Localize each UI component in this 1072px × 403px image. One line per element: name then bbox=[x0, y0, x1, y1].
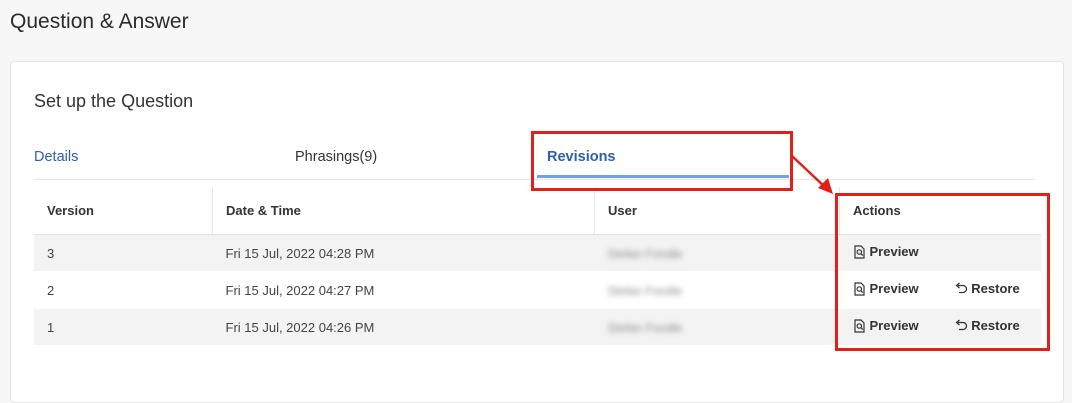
datetime-cell: Fri 15 Jul, 2022 04:28 PM bbox=[212, 234, 595, 272]
datetime-cell: Fri 15 Jul, 2022 04:26 PM bbox=[212, 308, 595, 346]
header-actions: Actions bbox=[839, 187, 1041, 235]
table-row: 2 Fri 15 Jul, 2022 04:27 PM Stefan Fondl… bbox=[34, 271, 1041, 309]
undo-arrow-icon bbox=[954, 282, 968, 296]
page-title: Question & Answer bbox=[10, 10, 189, 33]
user-cell: Stefan Fondle bbox=[594, 308, 840, 346]
undo-arrow-icon bbox=[954, 319, 968, 333]
datetime-cell: Fri 15 Jul, 2022 04:27 PM bbox=[212, 271, 595, 309]
user-name: Stefan Fondle bbox=[607, 283, 683, 298]
preview-label: Preview bbox=[869, 318, 919, 334]
tab-details[interactable]: Details bbox=[34, 149, 78, 165]
version-cell: 1 bbox=[34, 308, 213, 346]
header-date-time: Date & Time bbox=[212, 187, 595, 235]
preview-button[interactable]: Preview bbox=[853, 244, 919, 259]
user-name: Stefan Fondle bbox=[607, 320, 683, 335]
tab-bar: Details Phrasings(9) Revisions bbox=[34, 139, 1035, 180]
actions-cell: Preview bbox=[839, 234, 1041, 272]
magnify-document-icon bbox=[853, 319, 867, 333]
preview-label: Preview bbox=[869, 244, 919, 260]
preview-button[interactable]: Preview bbox=[853, 318, 919, 333]
user-cell: Stefan Fondle bbox=[594, 234, 840, 272]
table-header-row: Version Date & Time User Actions bbox=[34, 187, 1041, 235]
revisions-table: Version Date & Time User Actions 3 Fri 1… bbox=[34, 187, 1041, 346]
user-cell: Stefan Fondle bbox=[594, 271, 840, 309]
header-version: Version bbox=[34, 187, 213, 235]
restore-label: Restore bbox=[971, 318, 1020, 334]
table-row: 3 Fri 15 Jul, 2022 04:28 PM Stefan Fondl… bbox=[34, 234, 1041, 272]
question-setup-card: Set up the Question Details Phrasings(9)… bbox=[10, 61, 1064, 403]
magnify-document-icon bbox=[853, 282, 867, 296]
magnify-document-icon bbox=[853, 245, 867, 259]
restore-button[interactable]: Restore bbox=[954, 318, 1020, 334]
version-cell: 2 bbox=[34, 271, 213, 309]
table-row: 1 Fri 15 Jul, 2022 04:26 PM Stefan Fondl… bbox=[34, 308, 1041, 346]
restore-button[interactable]: Restore bbox=[954, 281, 1020, 297]
active-tab-indicator bbox=[537, 175, 789, 178]
header-user: User bbox=[594, 187, 840, 235]
actions-cell: Preview Restore bbox=[839, 308, 1041, 346]
version-cell: 3 bbox=[34, 234, 213, 272]
tab-revisions[interactable]: Revisions bbox=[547, 149, 616, 165]
card-title: Set up the Question bbox=[34, 91, 194, 111]
preview-button[interactable]: Preview bbox=[853, 281, 919, 296]
user-name: Stefan Fondle bbox=[607, 246, 683, 261]
actions-cell: Preview Restore bbox=[839, 271, 1041, 309]
restore-label: Restore bbox=[971, 281, 1020, 297]
preview-label: Preview bbox=[869, 281, 919, 297]
tab-phrasings[interactable]: Phrasings(9) bbox=[295, 149, 377, 165]
